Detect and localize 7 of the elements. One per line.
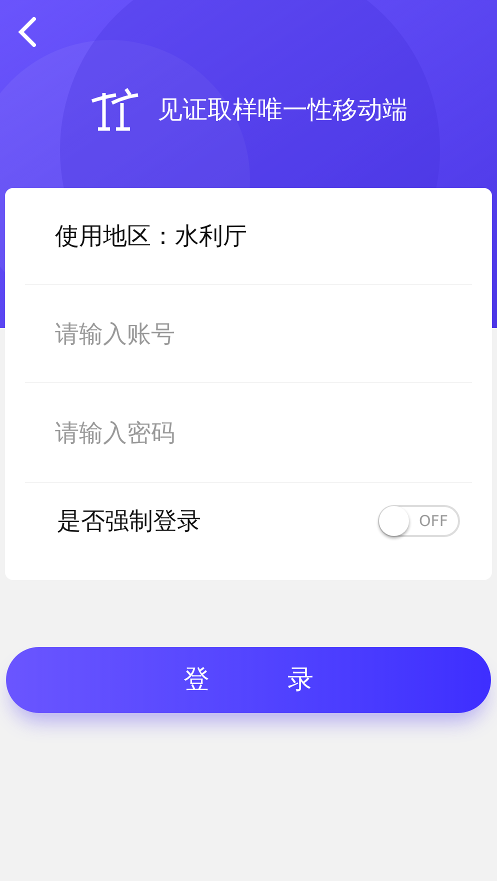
login-button[interactable]: 登 录 — [6, 647, 491, 713]
app-title: 见证取样唯一性移动端 — [158, 94, 408, 126]
account-field[interactable]: 请输入账号 — [25, 304, 472, 364]
password-field[interactable]: 请输入密码 — [25, 402, 472, 462]
region-label: 使用地区：水利厅 — [55, 221, 247, 252]
back-icon[interactable] — [16, 16, 38, 48]
force-login-label: 是否强制登录 — [57, 506, 201, 537]
